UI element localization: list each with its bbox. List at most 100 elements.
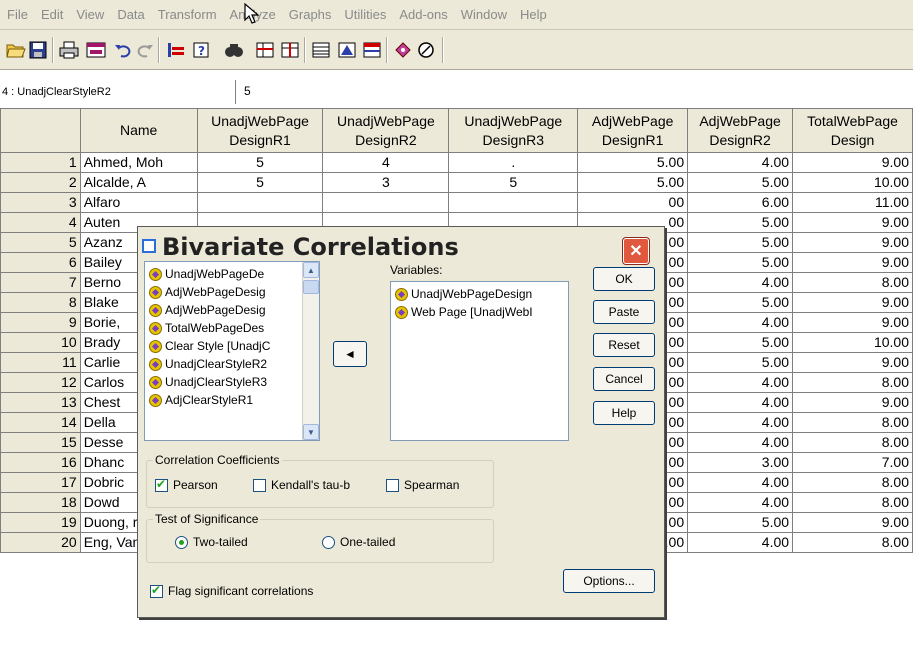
- data-cell[interactable]: 6.00: [687, 192, 794, 213]
- data-cell[interactable]: 5.00: [687, 332, 794, 353]
- data-cell[interactable]: 8.00: [792, 492, 913, 513]
- ok-button[interactable]: OK: [593, 267, 655, 291]
- data-cell[interactable]: [322, 192, 450, 213]
- data-cell[interactable]: Ahmed, Moh: [79, 152, 198, 173]
- row-number[interactable]: 13: [0, 392, 81, 413]
- data-cell[interactable]: 3: [322, 172, 450, 193]
- column-header[interactable]: UnadjWebPage DesignR1: [196, 108, 324, 153]
- data-cell[interactable]: 7.00: [792, 452, 913, 473]
- dialog-recall-icon[interactable]: [84, 38, 108, 62]
- data-cell[interactable]: 8.00: [792, 532, 913, 553]
- data-cell[interactable]: 4.00: [687, 432, 794, 453]
- data-cell[interactable]: 4.00: [687, 532, 794, 553]
- data-cell[interactable]: 4.00: [687, 472, 794, 493]
- data-cell[interactable]: 9.00: [792, 292, 913, 313]
- source-variable-list[interactable]: UnadjWebPageDe AdjWebPageDesig AdjWebPageD…: [144, 261, 320, 441]
- data-cell[interactable]: 5.00: [687, 512, 794, 533]
- data-cell[interactable]: Alfaro: [79, 192, 198, 213]
- data-cell[interactable]: 4.00: [687, 492, 794, 513]
- data-cell[interactable]: [196, 192, 324, 213]
- source-variable-item[interactable]: TotalWebPageDes: [145, 319, 319, 337]
- row-number[interactable]: 1: [0, 152, 81, 173]
- data-cell[interactable]: 10.00: [792, 332, 913, 353]
- reset-button[interactable]: Reset: [593, 333, 655, 357]
- select-cases-icon[interactable]: [360, 38, 384, 62]
- undo-icon[interactable]: [111, 38, 135, 62]
- row-number[interactable]: 7: [0, 272, 81, 293]
- data-cell[interactable]: 9.00: [792, 232, 913, 253]
- source-variable-item[interactable]: AdjClearStyleR1: [145, 391, 319, 409]
- data-cell[interactable]: 9.00: [792, 352, 913, 373]
- insert-variable-icon[interactable]: [278, 38, 302, 62]
- row-number[interactable]: 18: [0, 492, 81, 513]
- row-number[interactable]: 12: [0, 372, 81, 393]
- move-variables-button[interactable]: ◄: [333, 341, 367, 367]
- row-number[interactable]: 19: [0, 512, 81, 533]
- data-cell[interactable]: 10.00: [792, 172, 913, 193]
- data-cell[interactable]: 4.00: [687, 412, 794, 433]
- close-icon[interactable]: ✕: [623, 238, 649, 264]
- scroll-up-icon[interactable]: ▲: [303, 262, 319, 278]
- data-cell[interactable]: 9.00: [792, 252, 913, 273]
- options-button[interactable]: Options...: [563, 569, 655, 593]
- column-header[interactable]: AdjWebPage DesignR2: [687, 108, 794, 153]
- value-labels-icon[interactable]: [391, 38, 415, 62]
- menu-transform[interactable]: Transform: [153, 7, 225, 22]
- source-variable-item[interactable]: UnadjWebPageDe: [145, 265, 319, 283]
- help-button[interactable]: Help: [593, 401, 655, 425]
- data-cell[interactable]: 4.00: [687, 312, 794, 333]
- data-cell[interactable]: 9.00: [792, 512, 913, 533]
- data-cell[interactable]: 5.00: [687, 212, 794, 233]
- row-number[interactable]: 16: [0, 452, 81, 473]
- save-icon[interactable]: [26, 38, 50, 62]
- selected-variable-item[interactable]: UnadjWebPageDesign: [391, 285, 568, 303]
- data-cell[interactable]: Alcalde, A: [79, 172, 198, 193]
- menu-data[interactable]: Data: [112, 7, 152, 22]
- source-list-scrollbar[interactable]: ▲ ▼: [302, 262, 319, 440]
- one-tailed-radio[interactable]: One-tailed: [322, 535, 395, 549]
- data-cell[interactable]: 4.00: [687, 372, 794, 393]
- data-cell[interactable]: 8.00: [792, 472, 913, 493]
- source-variable-item[interactable]: AdjWebPageDesig: [145, 283, 319, 301]
- row-number[interactable]: 10: [0, 332, 81, 353]
- data-cell[interactable]: 5.00: [687, 252, 794, 273]
- paste-button[interactable]: Paste: [593, 300, 655, 324]
- data-cell[interactable]: 00: [577, 192, 689, 213]
- column-header[interactable]: UnadjWebPage DesignR2: [322, 108, 450, 153]
- row-number[interactable]: 15: [0, 432, 81, 453]
- goto-case-icon[interactable]: [164, 38, 188, 62]
- data-cell[interactable]: 4.00: [687, 152, 794, 173]
- data-cell[interactable]: 5: [196, 172, 324, 193]
- data-cell[interactable]: 9.00: [792, 212, 913, 233]
- data-cell[interactable]: 8.00: [792, 272, 913, 293]
- column-header[interactable]: TotalWebPage Design: [792, 108, 913, 153]
- menu-graphs[interactable]: Graphs: [284, 7, 340, 22]
- row-number[interactable]: 3: [0, 192, 81, 213]
- use-sets-icon[interactable]: [414, 38, 438, 62]
- split-file-icon[interactable]: [309, 38, 333, 62]
- row-number[interactable]: 14: [0, 412, 81, 433]
- menu-add-ons[interactable]: Add-ons: [394, 7, 455, 22]
- data-cell[interactable]: 4: [322, 152, 450, 173]
- spearman-checkbox[interactable]: Spearman: [386, 478, 459, 492]
- data-cell[interactable]: 5: [448, 172, 579, 193]
- data-cell[interactable]: [448, 192, 579, 213]
- data-cell[interactable]: 4.00: [687, 392, 794, 413]
- data-cell[interactable]: 5.00: [687, 172, 794, 193]
- data-cell[interactable]: 8.00: [792, 412, 913, 433]
- data-cell[interactable]: 5.00: [687, 352, 794, 373]
- column-header[interactable]: Name: [79, 108, 198, 153]
- menu-window[interactable]: Window: [456, 7, 515, 22]
- data-cell[interactable]: 5.00: [577, 172, 689, 193]
- cancel-button[interactable]: Cancel: [593, 367, 655, 391]
- pearson-checkbox[interactable]: Pearson: [155, 477, 218, 492]
- data-cell[interactable]: 9.00: [792, 312, 913, 333]
- flag-significant-checkbox[interactable]: Flag significant correlations: [150, 583, 313, 598]
- redo-icon[interactable]: [133, 38, 157, 62]
- insert-cases-icon[interactable]: [253, 38, 277, 62]
- variables-list[interactable]: UnadjWebPageDesign Web Page [UnadjWebI: [390, 281, 569, 441]
- data-cell[interactable]: 8.00: [792, 432, 913, 453]
- row-number[interactable]: 8: [0, 292, 81, 313]
- row-number[interactable]: 20: [0, 532, 81, 553]
- row-number[interactable]: 11: [0, 352, 81, 373]
